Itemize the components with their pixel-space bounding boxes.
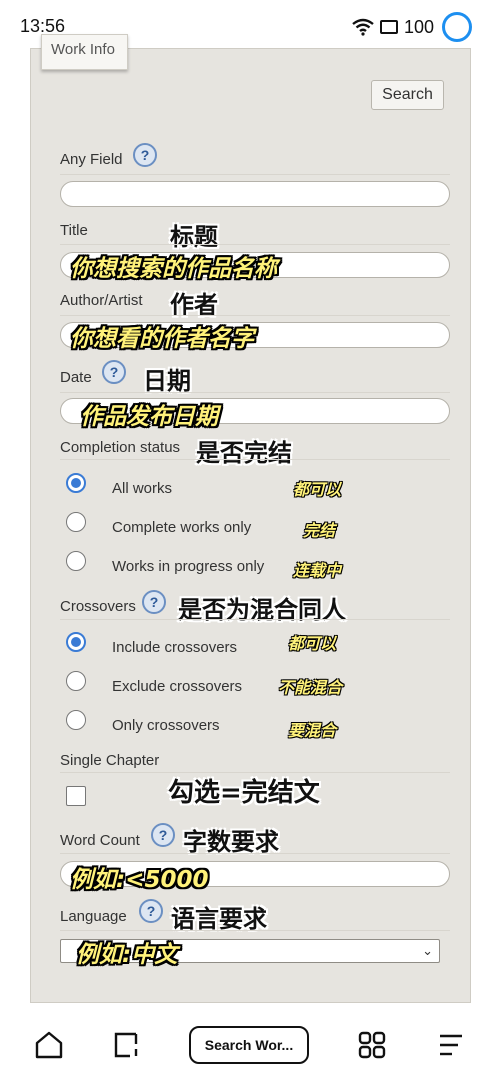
any-field-help-icon[interactable]: ? — [133, 143, 157, 167]
title-annotation: 标题 — [170, 223, 218, 251]
completion-annotation: 是否完结 — [196, 439, 292, 467]
completion-status-label: Completion status — [60, 439, 181, 456]
single-chapter-checkbox[interactable] — [66, 786, 86, 806]
option-note: 不能混合 — [278, 678, 343, 697]
single-chapter-label: Single Chapter — [60, 752, 160, 769]
radio-include-crossovers[interactable] — [66, 632, 86, 652]
divider — [60, 853, 450, 854]
title-label: Title — [60, 222, 88, 239]
any-field-label: Any Field — [60, 151, 123, 168]
radio-works-in-progress[interactable] — [66, 551, 86, 571]
option-note: 都可以 — [288, 634, 337, 653]
wifi-icon — [352, 18, 374, 36]
option-label: Exclude crossovers — [112, 678, 243, 695]
menu-icon[interactable] — [436, 1030, 466, 1060]
word-count-input-value: 例如:<5000 — [70, 867, 209, 893]
title-input-value: 你想搜索的作品名称 — [70, 256, 277, 282]
language-select-value: 例如:中文 — [76, 942, 178, 968]
status-icons: 100 — [352, 12, 472, 42]
divider — [60, 174, 450, 175]
language-help-icon[interactable]: ? — [139, 899, 163, 923]
divider — [60, 619, 450, 620]
language-annotation: 语言要求 — [171, 905, 267, 933]
word-count-label: Word Count — [60, 832, 140, 849]
option-note: 连载中 — [293, 561, 342, 580]
word-count-annotation: 字数要求 — [183, 828, 279, 856]
radio-only-crossovers[interactable] — [66, 710, 86, 730]
date-label: Date — [60, 369, 92, 386]
option-label: Include crossovers — [112, 639, 238, 656]
home-icon[interactable] — [34, 1030, 64, 1060]
search-works-button[interactable]: Search Wor... — [189, 1026, 309, 1064]
option-label: Works in progress only — [112, 558, 265, 575]
date-annotation: 日期 — [143, 367, 191, 395]
radio-complete-works[interactable] — [66, 512, 86, 532]
search-button[interactable]: Search — [371, 80, 444, 110]
divider — [60, 392, 450, 393]
crossovers-label: Crossovers — [60, 598, 136, 615]
crossovers-help-icon[interactable]: ? — [142, 590, 166, 614]
option-label: All works — [112, 480, 173, 497]
work-info-tab[interactable]: Work Info — [41, 34, 128, 70]
author-label: Author/Artist — [60, 292, 143, 309]
battery-level: 100 — [403, 16, 434, 37]
radio-exclude-crossovers[interactable] — [66, 671, 86, 691]
radio-all-works[interactable] — [66, 473, 86, 493]
battery-icon — [379, 20, 398, 34]
divider — [60, 930, 450, 931]
divider — [60, 315, 450, 316]
date-help-icon[interactable]: ? — [102, 360, 126, 384]
author-input-value: 你想看的作者名字 — [70, 326, 254, 352]
word-count-help-icon[interactable]: ? — [151, 823, 175, 847]
language-label: Language — [60, 908, 127, 925]
grid-icon[interactable] — [357, 1030, 387, 1060]
option-note: 完结 — [303, 521, 336, 540]
battery-ring-icon — [442, 12, 472, 42]
option-note: 要混合 — [288, 721, 337, 740]
divider — [60, 459, 450, 460]
chevron-down-icon: ⌄ — [422, 943, 433, 958]
divider — [60, 244, 450, 245]
tabs-icon[interactable] — [112, 1030, 142, 1060]
single-chapter-annotation: 勾选=完结文 — [168, 778, 320, 808]
option-label: Only crossovers — [112, 717, 220, 734]
option-note: 都可以 — [293, 480, 342, 499]
any-field-input[interactable] — [60, 181, 450, 207]
bottom-navigation: Search Wor... — [0, 1010, 500, 1069]
date-input-value: 作品发布日期 — [80, 404, 218, 430]
option-label: Complete works only — [112, 519, 252, 536]
